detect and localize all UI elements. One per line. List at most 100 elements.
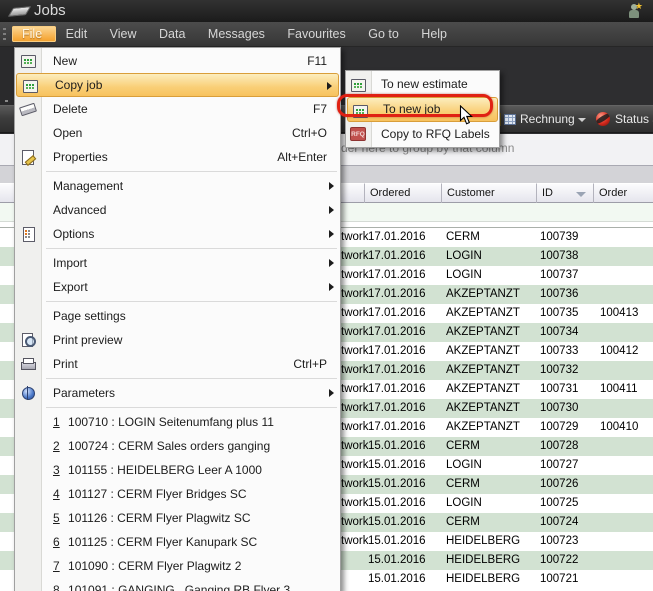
column-header-id[interactable]: ID	[537, 183, 594, 203]
cell-ordered: 17.01.2016	[368, 399, 426, 418]
menubar-item[interactable]: Edit	[57, 27, 100, 41]
print-icon	[20, 356, 36, 372]
menu-item[interactable]: Open Ctrl+O	[15, 121, 340, 145]
cell-ordered: 15.01.2016	[368, 437, 426, 456]
menu-item-label: 101090 : CERM Flyer Plagwitz 2	[68, 559, 241, 573]
menu-item[interactable]: Export	[15, 275, 340, 299]
cell-id: 100737	[540, 266, 578, 285]
recent-item-number: 1	[53, 415, 60, 429]
jobs-window-icon	[9, 5, 29, 17]
menu-item-label: Page settings	[53, 309, 126, 323]
cell-id: 100725	[540, 494, 578, 513]
status-change-button[interactable]: Status änd	[596, 106, 653, 132]
cell-status: twork	[341, 304, 368, 323]
menu-item-shortcut: F11	[307, 49, 327, 73]
cell-customer-keyword: AKZEPTANZT	[446, 361, 520, 380]
rechnung-button[interactable]: Rechnung	[504, 106, 575, 132]
menu-item-label: 101127 : CERM Flyer Bridges SC	[68, 487, 247, 501]
column-header-ordered[interactable]: Ordered	[365, 183, 442, 203]
menu-item[interactable]: 2 100724 : CERM Sales orders ganging	[15, 434, 340, 458]
cell-ordered: 17.01.2016	[368, 361, 426, 380]
menubar-item[interactable]: Messages	[199, 27, 277, 41]
menu-item[interactable]: Delete F7	[15, 97, 340, 121]
menu-item[interactable]: Copy job	[16, 73, 339, 97]
properties-icon	[20, 149, 36, 165]
assistant-button[interactable]: ★	[623, 1, 647, 21]
parameters-icon	[20, 385, 36, 401]
cell-status: twork	[341, 285, 368, 304]
cell-id: 100723	[540, 532, 578, 551]
column-header-customer-keyword[interactable]: Customer keyword	[442, 183, 537, 203]
submenu-item[interactable]: RFQ Copy to RFQ Labels	[346, 122, 499, 147]
cell-ordered: 15.01.2016	[368, 570, 426, 589]
submenu-item-label: To new estimate	[381, 77, 468, 91]
cell-customer-keyword: LOGIN	[446, 247, 482, 266]
menubar-item[interactable]: Go to	[359, 27, 411, 41]
menu-item-label: Delete	[53, 102, 88, 116]
print-preview-icon	[20, 332, 36, 348]
cell-order-customer: 100411	[600, 380, 638, 399]
cell-status: twork	[341, 380, 368, 399]
toolbar-grip-icon	[3, 28, 6, 41]
menubar-item[interactable]: View	[101, 27, 149, 41]
menu-item[interactable]: Page settings	[15, 304, 340, 328]
cell-id: 100734	[540, 323, 578, 342]
menu-item[interactable]: Options	[15, 222, 340, 246]
menu-item-label: Parameters	[53, 386, 115, 400]
menubar-item-label: Go to	[368, 27, 399, 41]
recent-item-number: 8	[53, 583, 60, 591]
cell-ordered: 17.01.2016	[368, 247, 426, 266]
menu-item[interactable]: 5 101126 : CERM Flyer Plagwitz SC	[15, 506, 340, 530]
menu-item[interactable]: Management	[15, 174, 340, 198]
file-menu: New F11 Copy job Delete F7	[14, 47, 341, 591]
menubar-item[interactable]: Favourites	[278, 27, 358, 41]
cell-id: 100721	[540, 570, 578, 589]
menubar-item-label: Messages	[208, 27, 265, 41]
cell-customer-keyword: CERM	[446, 513, 480, 532]
cell-customer-keyword: CERM	[446, 475, 480, 494]
menu-item[interactable]: Properties Alt+Enter	[15, 145, 340, 169]
cell-order-customer: 100410	[600, 418, 638, 437]
menu-item-label: 100724 : CERM Sales orders ganging	[68, 439, 270, 453]
menu-item[interactable]: Import	[15, 251, 340, 275]
cell-ordered: 15.01.2016	[368, 551, 426, 570]
cell-ordered: 17.01.2016	[368, 380, 426, 399]
cell-customer-keyword: AKZEPTANZT	[446, 342, 520, 361]
menu-item-shortcut: Alt+Enter	[277, 145, 327, 169]
menu-item[interactable]: Parameters	[15, 381, 340, 405]
menu-item[interactable]: 8 101091 : GANGING _Ganging RB Flyer 3	[15, 578, 340, 591]
menu-item[interactable]: 7 101090 : CERM Flyer Plagwitz 2	[15, 554, 340, 578]
menubar-item[interactable]: Data	[150, 27, 198, 41]
menu-item[interactable]: Advanced	[15, 198, 340, 222]
menu-item-label: Open	[53, 126, 82, 140]
assistant-icon: ★	[627, 4, 641, 18]
menubar-item-label: Edit	[66, 27, 88, 41]
menubar-item-label: Favourites	[287, 27, 345, 41]
job-icon	[20, 53, 36, 69]
copy-job-icon	[350, 77, 366, 93]
menu-item[interactable]: New F11	[15, 49, 340, 73]
column-header-order-customer[interactable]: Order custo	[594, 183, 653, 203]
cell-status: twork	[341, 342, 368, 361]
menu-item[interactable]: 6 101125 : CERM Flyer Kanupark SC	[15, 530, 340, 554]
cell-ordered: 15.01.2016	[368, 494, 426, 513]
recent-item-number: 2	[53, 439, 60, 453]
cell-id: 100730	[540, 399, 578, 418]
menu-item[interactable]: 4 101127 : CERM Flyer Bridges SC	[15, 482, 340, 506]
menu-item-shortcut: F7	[313, 97, 327, 121]
menu-item[interactable]: Print preview	[15, 328, 340, 352]
menu-item-label: Print preview	[53, 333, 122, 347]
menu-item-label: 101126 : CERM Flyer Plagwitz SC	[68, 511, 251, 525]
menu-item[interactable]: Print Ctrl+P	[15, 352, 340, 376]
menu-item[interactable]: 3 101155 : HEIDELBERG Leer A 1000	[15, 458, 340, 482]
cell-id: 100736	[540, 285, 578, 304]
menu-item-label: 101125 : CERM Flyer Kanupark SC	[68, 535, 257, 549]
cell-ordered: 15.01.2016	[368, 456, 426, 475]
menu-item-shortcut: Ctrl+P	[293, 352, 327, 376]
cell-order-customer: 100413	[600, 304, 638, 323]
cell-id: 100735	[540, 304, 578, 323]
cell-ordered: 17.01.2016	[368, 418, 426, 437]
menu-item[interactable]: 1 100710 : LOGIN Seitenumfang plus 11	[15, 410, 340, 434]
menubar-item[interactable]: File	[12, 26, 56, 42]
menubar-item[interactable]: Help	[412, 27, 456, 41]
